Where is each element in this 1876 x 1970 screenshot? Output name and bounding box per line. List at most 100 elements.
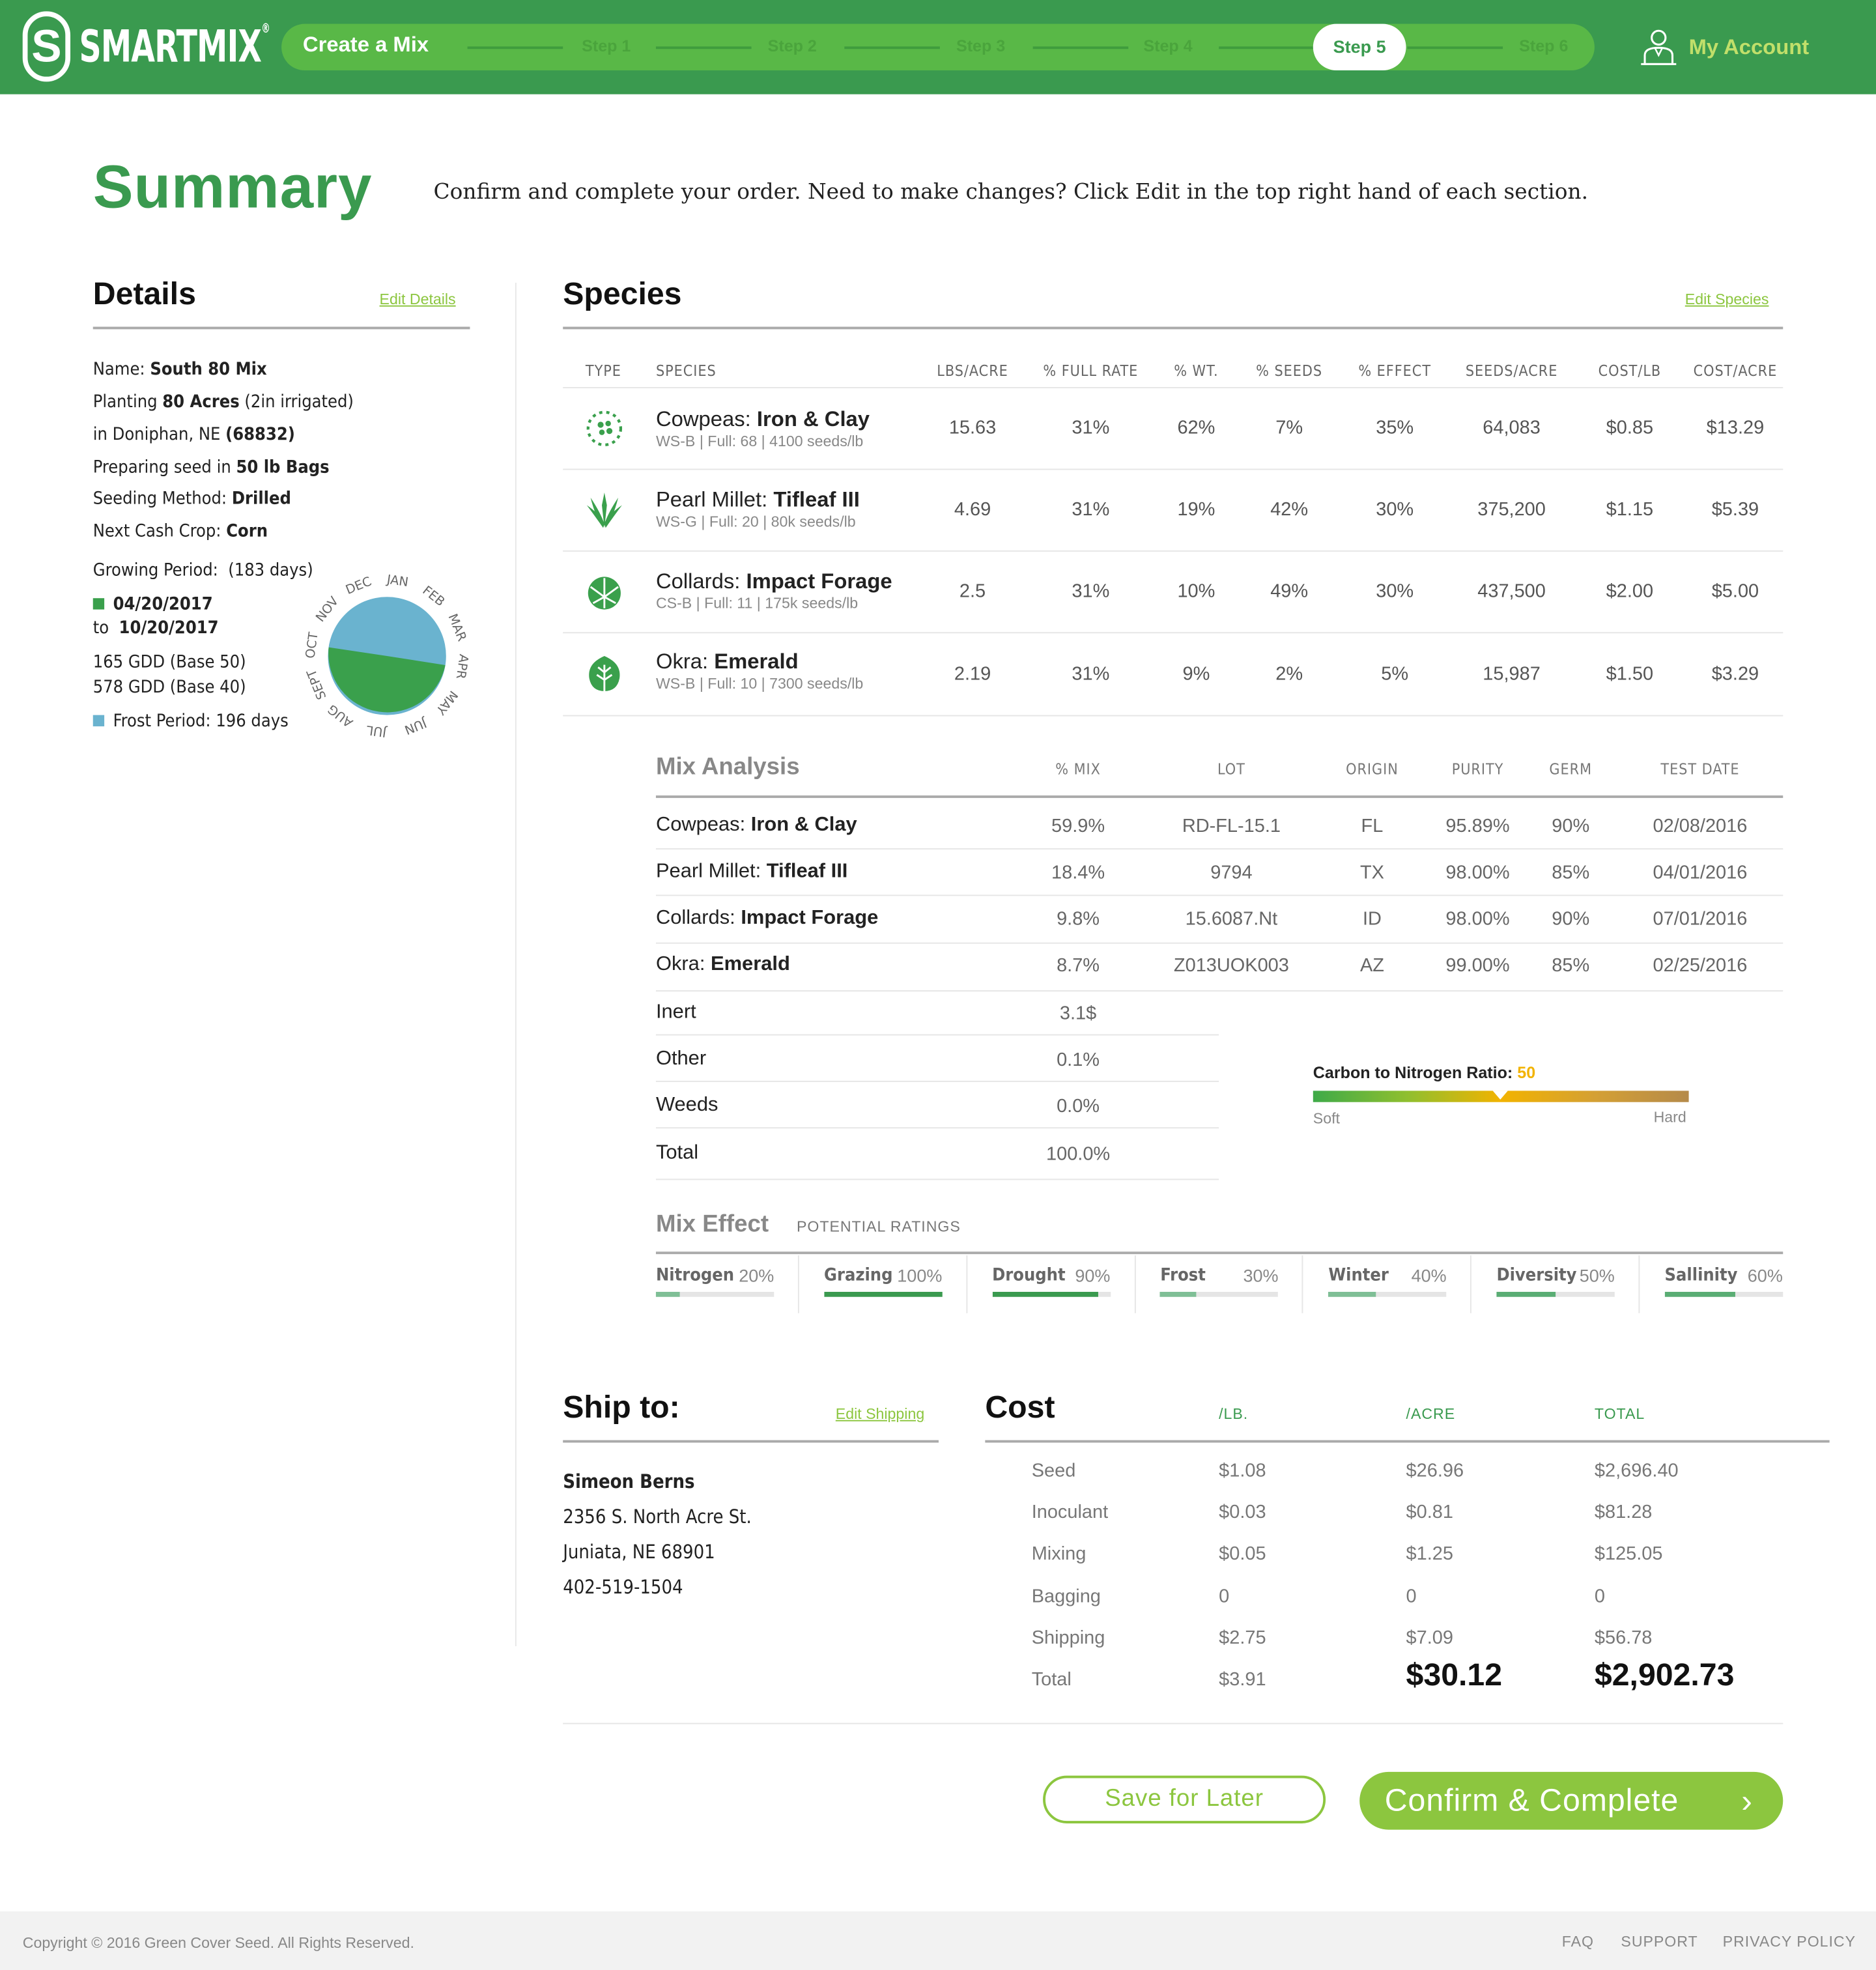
cost-shipping-label: Shipping: [1031, 1627, 1105, 1649]
month-label: JAN: [386, 572, 410, 590]
detail-planting: Planting 80 Acres (2in irrigated): [92, 392, 354, 412]
origin-value: AZ: [1359, 955, 1384, 977]
purity-value: 95.89%: [1445, 815, 1510, 837]
brand-name[interactable]: SMARTMIX®: [79, 23, 270, 73]
mix-percent: 8.7%: [1057, 955, 1100, 977]
seeds-value: 42%: [1270, 498, 1309, 521]
purity-value: 98.00%: [1445, 862, 1510, 884]
user-outline-icon[interactable]: [1640, 27, 1677, 65]
species-meta: CS-B | Full: 11 | 175k seeds/lb: [655, 594, 859, 612]
step-4[interactable]: Step 4: [1143, 36, 1192, 55]
page-subtitle: Confirm and complete your order. Need to…: [433, 179, 1589, 205]
step-6[interactable]: Step 6: [1519, 36, 1568, 55]
species-name[interactable]: Pearl Millet: Tifleaf III: [656, 487, 860, 513]
cost-bagging-lb: 0: [1219, 1586, 1230, 1608]
cost-acre-value: $5.00: [1711, 580, 1759, 602]
col-test-date: TEST DATE: [1660, 760, 1740, 778]
effect-value: 30%: [1376, 498, 1414, 521]
col-mix: % MIX: [1055, 760, 1101, 778]
cost-mixing-label: Mixing: [1031, 1543, 1087, 1565]
confirm-complete-button[interactable]: Confirm & Complete ›: [1359, 1771, 1784, 1830]
edit-shipping-link[interactable]: Edit Shipping: [836, 1405, 924, 1423]
effect-bar-fill: [655, 1292, 680, 1297]
effect-separator: [797, 1255, 799, 1313]
effect-separator: [1470, 1255, 1472, 1313]
detail-name: Name: South 80 Mix: [92, 359, 267, 380]
detail-gdd-50: 165 GDD (Base 50): [92, 652, 246, 673]
copyright-text: Copyright © 2016 Green Cover Seed. All R…: [22, 1934, 414, 1952]
details-rule: [92, 326, 470, 330]
cost-lb-value: $1.50: [1606, 663, 1654, 685]
col-full-rate: % FULL RATE: [1043, 362, 1139, 380]
col-effect: % EFFECT: [1358, 362, 1432, 380]
step-2[interactable]: Step 2: [768, 36, 817, 55]
month-label: AUG: [325, 702, 356, 730]
col-cost-lb: COST/LB: [1598, 362, 1662, 380]
effect-bar-fill: [1160, 1292, 1196, 1297]
step-1[interactable]: Step 1: [582, 36, 631, 55]
my-account-link[interactable]: My Account: [1689, 35, 1810, 61]
other-percent: 0.1%: [1057, 1049, 1100, 1071]
footer-link-support[interactable]: SUPPORT: [1621, 1933, 1698, 1950]
step-3[interactable]: Step 3: [956, 36, 1005, 55]
species-header-rule: [563, 387, 1784, 389]
effect-bar-fill: [1664, 1292, 1736, 1297]
origin-value: ID: [1363, 908, 1382, 930]
wt-value: 62%: [1177, 417, 1215, 439]
edit-details-link[interactable]: Edit Details: [380, 291, 456, 308]
cn-ratio-marker-icon: [1492, 1091, 1508, 1100]
brassica-icon: [588, 577, 621, 610]
month-label: JUL: [365, 722, 388, 740]
save-for-later-button[interactable]: Save for Later: [1043, 1775, 1326, 1823]
lbs-acre-value: 15.63: [948, 417, 997, 439]
smartmix-logo-icon[interactable]: S: [22, 11, 71, 82]
species-name[interactable]: Okra: Emerald: [656, 650, 799, 675]
mix-effect-rule: [655, 1251, 1784, 1255]
seeds-acre-value: 64,083: [1483, 417, 1541, 439]
other-label: Other: [655, 1048, 707, 1070]
species-name[interactable]: Cowpeas: Iron & Clay: [656, 407, 870, 433]
effect-bar-track: [824, 1292, 943, 1297]
seeds-value: 2%: [1275, 663, 1303, 685]
total-label: Total: [655, 1142, 699, 1164]
month-label: MAR: [446, 612, 470, 644]
col-species: SPECIES: [655, 362, 717, 380]
month-label: MAY: [433, 688, 461, 718]
ship-street: 2356 S. North Acre St.: [563, 1505, 752, 1528]
effect-separator: [1302, 1255, 1304, 1313]
lbs-acre-value: 4.69: [954, 498, 991, 521]
footer-link-faq[interactable]: FAQ: [1562, 1933, 1594, 1950]
col-lot: LOT: [1217, 760, 1245, 778]
detail-cash-crop: Next Cash Crop: Corn: [92, 521, 268, 542]
edit-species-link[interactable]: Edit Species: [1685, 291, 1769, 308]
full-rate-value: 31%: [1072, 580, 1110, 602]
footer-link-privacy-policy[interactable]: PRIVACY POLICY: [1723, 1933, 1856, 1950]
ship-to-rule: [563, 1440, 939, 1443]
seeds-value: 49%: [1270, 580, 1309, 602]
legume-dots-icon: [586, 410, 623, 446]
page-title: Summary: [92, 154, 373, 221]
mix-species-name: Collards: Impact Forage: [655, 907, 879, 929]
step-5-active[interactable]: Step 5: [1313, 23, 1406, 71]
test-date-value: 02/25/2016: [1653, 955, 1748, 977]
effect-separator: [966, 1255, 967, 1313]
origin-value: FL: [1361, 815, 1384, 837]
cost-shipping-acre: $7.09: [1406, 1627, 1453, 1649]
cost-total-acre: $30.12: [1406, 1657, 1503, 1693]
column-divider: [515, 283, 517, 1646]
month-label: DEC: [343, 574, 373, 597]
effect-label: Frost: [1160, 1265, 1206, 1286]
col-seeds: % SEEDS: [1256, 362, 1323, 380]
cost-lb-value: $0.85: [1606, 417, 1654, 439]
ship-recipient-name: Simeon Berns: [563, 1470, 695, 1493]
species-meta: WS-G | Full: 20 | 80k seeds/lb: [655, 513, 856, 531]
chevron-right-icon: ›: [1741, 1782, 1753, 1820]
seeds-value: 7%: [1275, 417, 1303, 439]
test-date-value: 02/08/2016: [1653, 815, 1748, 837]
species-name[interactable]: Collards: Impact Forage: [656, 569, 892, 595]
effect-bar-track: [1328, 1292, 1447, 1297]
cost-shipping-lb: $2.75: [1219, 1627, 1266, 1649]
mix-percent: 18.4%: [1051, 862, 1105, 884]
row-divider: [655, 894, 1784, 896]
effect-value: 90%: [1075, 1265, 1111, 1286]
